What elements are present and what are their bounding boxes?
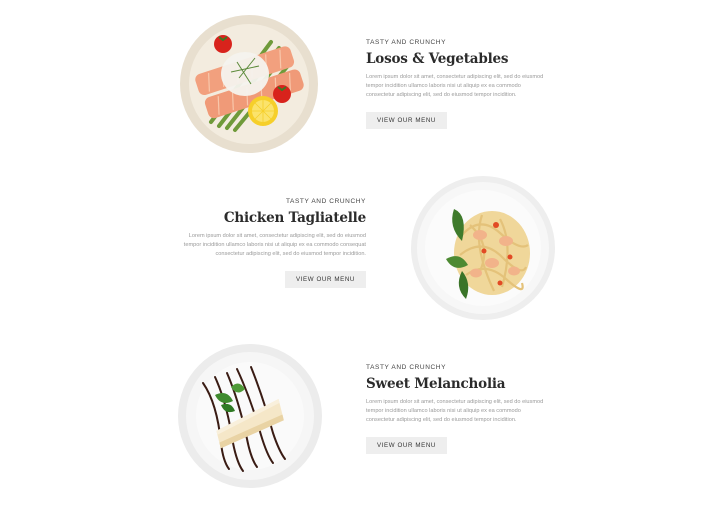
menu-item-kicker: TASTY AND CRUNCHY	[366, 39, 447, 46]
menu-item-3-text: TASTY AND CRUNCHY Sweet Melancholia Lore…	[366, 364, 586, 454]
menu-item-2: TASTY AND CRUNCHY Chicken Tagliatelle Lo…	[0, 170, 709, 340]
view-menu-button[interactable]: VIEW OUR MENU	[285, 270, 366, 288]
menu-item-title: Losos & Vegetables	[366, 51, 509, 67]
description-line: consectetur adipiscing elit, sed do eius…	[366, 417, 517, 424]
menu-item-description: Lorem ipsum dolor sit amet, consectetur …	[366, 398, 586, 426]
menu-item-kicker: TASTY AND CRUNCHY	[366, 364, 447, 371]
description-line: Lorem ipsum dolor sit amet, consectetur …	[188, 233, 366, 239]
menu-item-title: Chicken Tagliatelle	[223, 210, 366, 226]
menu-item-kicker: TASTY AND CRUNCHY	[285, 198, 366, 205]
pasta-plate-image	[410, 175, 556, 321]
view-menu-button[interactable]: VIEW OUR MENU	[366, 436, 447, 454]
view-menu-button[interactable]: VIEW OUR MENU	[366, 111, 447, 129]
menu-item-1-text: TASTY AND CRUNCHY Losos & Vegetables Lor…	[366, 39, 586, 129]
menu-item-title: Sweet Melancholia	[366, 376, 506, 392]
description-line: Lorem ipsum dolor sit amet, consectetur …	[366, 399, 544, 405]
menu-item-2-text: TASTY AND CRUNCHY Chicken Tagliatelle Lo…	[146, 198, 366, 288]
menu-item-1: TASTY AND CRUNCHY Losos & Vegetables Lor…	[0, 0, 709, 170]
menu-item-description: Lorem ipsum dolor sit amet, consectetur …	[146, 232, 366, 260]
description-line: consectetur adipiscing elit, sed do eius…	[215, 251, 367, 258]
description-line: tempor incidition ullamco laboris nisi u…	[366, 408, 521, 415]
description-line: consectetur adipiscing elit, sed do eius…	[366, 92, 517, 99]
salmon-plate-image	[179, 14, 319, 154]
description-line: tempor incidition ullamco laboris nisi u…	[183, 242, 366, 249]
menu-item-3: TASTY AND CRUNCHY Sweet Melancholia Lore…	[0, 340, 709, 514]
dessert-plate-image	[177, 343, 323, 489]
description-line: tempor incidition ullamco laboris nisi u…	[366, 83, 521, 90]
menu-item-description: Lorem ipsum dolor sit amet, consectetur …	[366, 73, 586, 101]
description-line: Lorem ipsum dolor sit amet, consectetur …	[366, 74, 544, 80]
